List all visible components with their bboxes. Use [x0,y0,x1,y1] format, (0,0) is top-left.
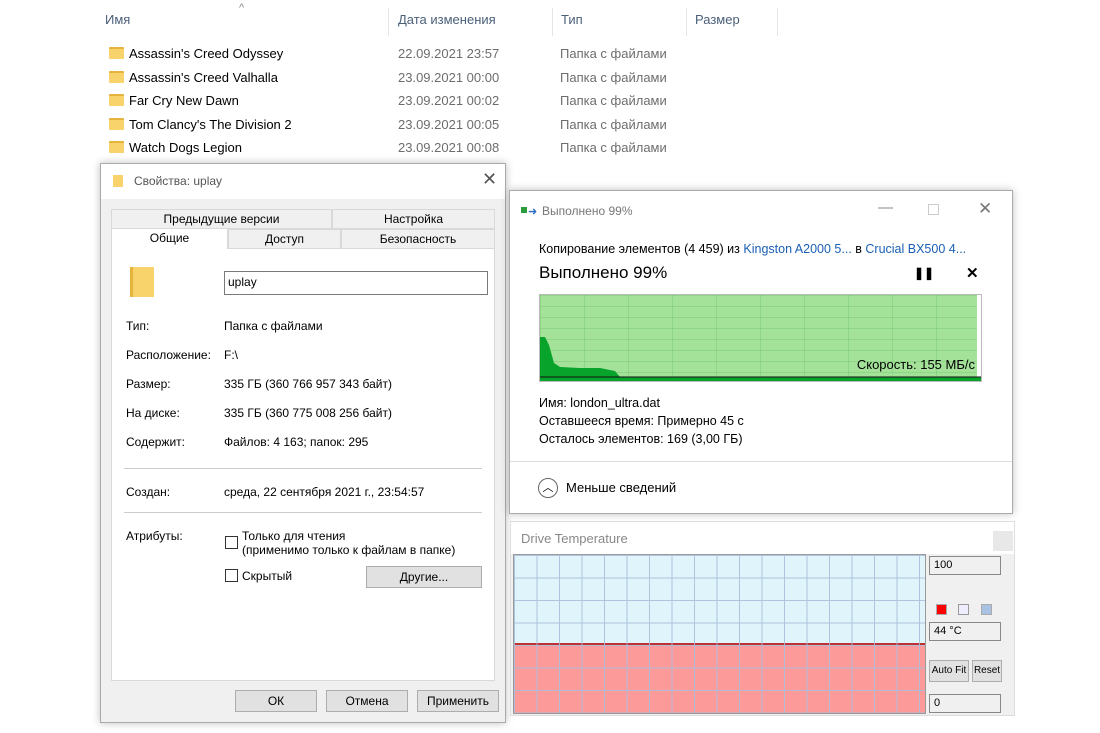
folder-large-icon [130,267,154,297]
tab-customize[interactable]: Настройка [332,209,495,229]
item-type: Папка с файлами [560,116,667,132]
dialog-title: Свойства: uplay [134,174,223,188]
maximize-button[interactable] [928,204,939,215]
folder-icon [109,117,124,130]
speed-label: Скорость: 155 МБ/с [856,357,975,372]
created-label: Создан: [126,485,171,499]
speed-graph: Скорость: 155 МБ/с [539,294,982,382]
close-icon[interactable]: ✕ [482,169,497,190]
field-label: Расположение: [126,348,211,362]
item-type: Папка с файлами [560,46,667,61]
temperature-graph [513,554,926,714]
created-value: среда, 22 сентября 2021 г., 23:54:57 [224,485,425,499]
folder-name-input[interactable]: uplay [224,271,488,295]
cancel-copy-button[interactable]: ✕ [966,264,979,282]
blue-color-swatch[interactable] [981,604,992,615]
item-date: 23.09.2021 00:05 [398,116,500,132]
time-remaining: Оставшееся время: Примерно 45 с [539,414,744,428]
copy-icon [521,207,527,213]
folder-icon [109,47,124,59]
field-label: Тип: [126,319,150,333]
list-item[interactable]: Tom Clancy's The Division 2 23.09.2021 00… [105,114,705,136]
list-item[interactable]: Assassin's Creed Valhalla 23.09.2021 00:0… [105,67,705,89]
attributes-label: Атрибуты: [126,529,183,543]
other-attributes-button[interactable]: Другие... [366,566,482,588]
folder-icon [109,70,124,83]
copy-description: Копирование элементов (4 459) из Kingsto… [539,242,966,256]
copy-prefix: Копирование элементов (4 459) из [539,242,744,256]
list-item[interactable]: Watch Dogs Legion 23.09.2021 00:08 Папка с… [105,137,705,159]
less-details-label: Меньше сведений [566,480,677,495]
reset-button[interactable]: Reset [972,660,1002,682]
hidden-checkbox[interactable] [225,569,238,582]
item-date: 23.09.2021 00:08 [398,140,500,155]
cancel-button[interactable]: Отмена [326,690,408,712]
tab-general[interactable]: Общие [111,228,228,250]
item-type: Папка с файлами [560,69,667,85]
items-remaining: Осталось элементов: 169 (3,00 ГБ) [539,432,743,446]
column-type[interactable]: Тип [561,12,583,27]
white-color-swatch[interactable] [958,604,969,615]
item-name: Watch Dogs Legion [129,140,242,155]
copy-progress-dialog: ➜ Выполнено 99% — ✕ Копирование элементо… [509,190,1013,514]
field-value: Файлов: 4 163; папок: 295 [224,435,369,449]
column-name[interactable]: Имя [105,12,130,27]
column-size[interactable]: Размер [695,12,740,27]
max-value-field[interactable]: 100 [929,556,1001,575]
file-name: Имя: london_ultra.dat [539,396,660,410]
item-date: 23.09.2021 00:02 [398,93,500,108]
close-button[interactable] [993,531,1013,551]
column-date[interactable]: Дата изменения [398,12,496,27]
window-title: Drive Temperature [521,531,628,546]
item-date: 22.09.2021 23:57 [398,46,500,61]
list-item[interactable]: Far Cry New Dawn 23.09.2021 00:02 Папка с … [105,90,705,112]
folder-icon [109,141,124,153]
item-date: 23.09.2021 00:00 [398,69,500,85]
arrow-icon: ➜ [528,206,538,218]
tab-sharing[interactable]: Доступ [228,229,341,249]
close-button[interactable]: ✕ [978,199,992,219]
readonly-checkbox[interactable] [225,536,238,549]
minimize-button[interactable]: — [878,199,893,216]
tab-security[interactable]: Безопасность [341,229,495,249]
field-value: 335 ГБ (360 766 957 343 байт) [224,377,392,391]
item-name: Assassin's Creed Valhalla [129,69,278,85]
title-bar: Свойства: uplay ✕ [101,164,505,199]
destination-link[interactable]: Crucial BX500 4... [865,242,966,256]
item-name: Tom Clancy's The Division 2 [129,116,292,132]
field-label: Содержит: [126,435,185,449]
item-name: Far Cry New Dawn [129,93,239,108]
field-value: 335 ГБ (360 775 008 256 байт) [224,406,392,420]
readonly-label: Только для чтения [242,529,346,543]
red-color-swatch[interactable] [936,604,947,615]
list-item[interactable]: Assassin's Creed Odyssey 22.09.2021 23:57… [105,43,705,65]
copy-mid: в [851,242,866,256]
field-value: F:\ [224,348,238,362]
drive-temperature-window: Drive Temperature 100 44 °C Auto Fit Res… [510,521,1015,716]
folder-icon [109,94,124,106]
progress-heading: Выполнено 99% [539,263,668,282]
min-value-field[interactable]: 0 [929,694,1001,713]
field-label: Размер: [126,377,171,391]
less-details-button[interactable]: ︿ Меньше сведений [538,478,738,500]
dialog-title: Выполнено 99% [542,204,633,218]
tab-previous-versions[interactable]: Предыдущие версии [111,209,332,229]
readonly-note: (применимо только к файлам в папке) [242,543,456,557]
pause-button[interactable]: ❚❚ [914,266,934,280]
chevron-up-icon: ︿ [538,478,558,498]
ok-button[interactable]: ОК [235,690,317,712]
properties-dialog: Свойства: uplay ✕ Предыдущие версии Наст… [100,163,506,723]
field-value: Папка с файлами [224,319,323,333]
folder-icon [113,175,123,187]
item-type: Папка с файлами [560,140,667,155]
hidden-label: Скрытый [242,569,293,583]
apply-button[interactable]: Применить [417,690,499,712]
source-link[interactable]: Kingston A2000 5... [743,242,851,256]
sort-ascending-icon: ^ [239,2,245,14]
auto-fit-button[interactable]: Auto Fit [929,660,969,682]
current-temperature: 44 °C [929,622,1001,641]
item-name: Assassin's Creed Odyssey [129,46,284,61]
item-type: Папка с файлами [560,93,667,108]
field-label: На диске: [126,406,180,420]
